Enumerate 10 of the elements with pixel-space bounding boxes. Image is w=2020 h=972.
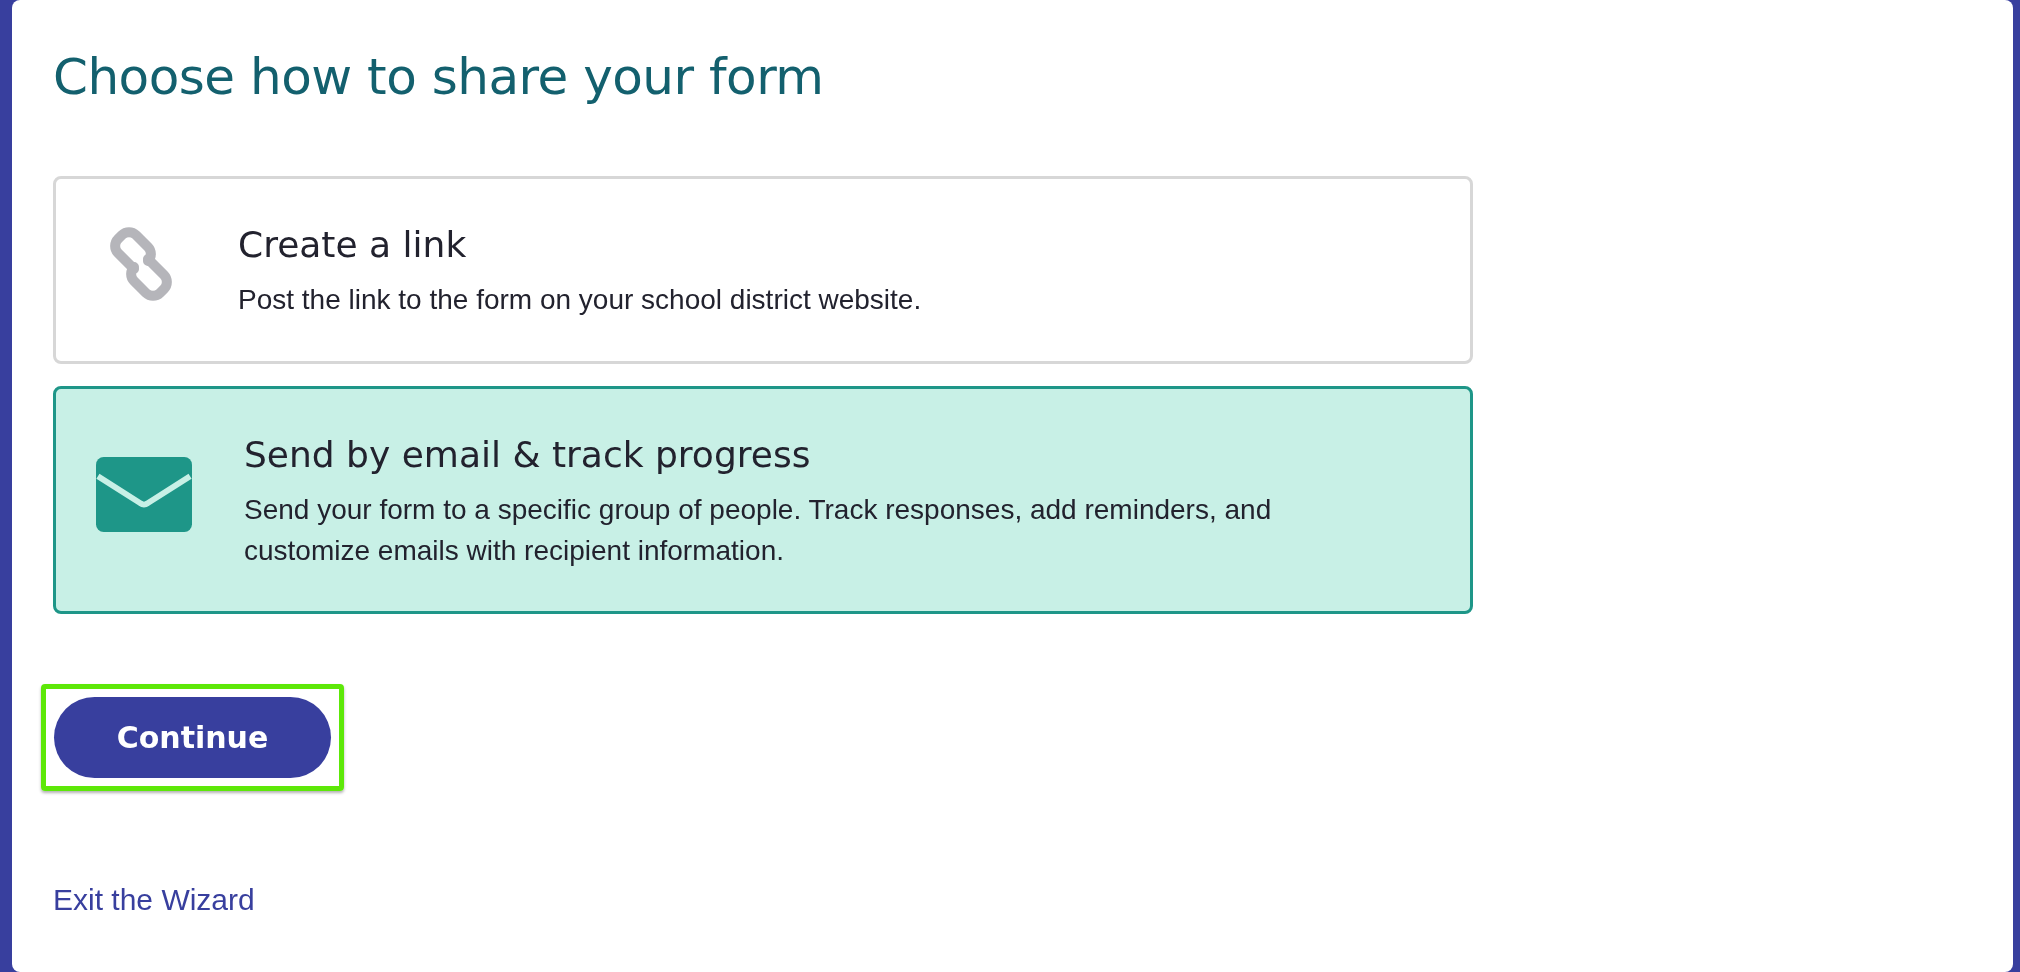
share-option-card[interactable]: Create a link Post the link to the form on your school district website. [53,176,1473,364]
option-description: Send your form to a specific group of people. Track responses, add reminders, and customize emails with recipient information. [244,492,1273,568]
envelope-icon [96,456,192,532]
option-description: Post the link to the form on your school district website. [238,283,922,318]
option-heading: Create a link [238,223,468,267]
page-title: Choose how to share your form [53,48,824,106]
option-heading: Send by email & track progress [244,432,812,476]
share-option-card[interactable]: Send by email & track progress Send your form to a specific group of people. Track responses, add reminders, and customize emails with recipient information. [53,385,1473,615]
continue-button[interactable]: Continue [54,697,331,779]
exit-link[interactable]: Exit the Wizard [53,883,255,918]
